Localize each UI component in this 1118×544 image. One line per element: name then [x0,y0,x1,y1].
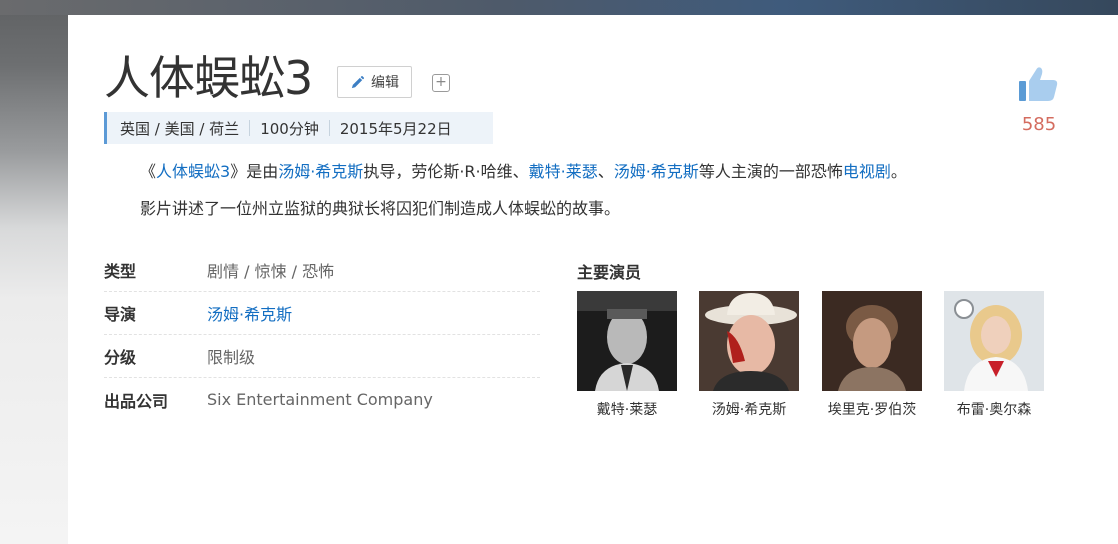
like-count: 585 [1021,114,1057,135]
actor-card[interactable]: 戴特·莱瑟 [577,291,677,419]
info-row-rating: 分级 限制级 [104,335,540,378]
info-value: 剧情 / 惊悚 / 恐怖 [207,262,335,281]
page-background-left [0,0,68,544]
info-label: 类型 [104,262,137,281]
summary-text: 》是由 [230,162,279,181]
info-row-director: 导演 汤姆·希克斯 [104,292,540,335]
actors-section-title: 主要演员 [577,263,642,282]
meta-divider [249,120,251,136]
edit-button-label: 编辑 [371,75,399,91]
actor-card[interactable]: 布雷·奥尔森 [944,291,1044,419]
actor-link[interactable]: 戴特·莱瑟 [529,162,598,181]
info-row-genre: 类型 剧情 / 惊悚 / 恐怖 [104,249,540,292]
info-label: 出品公司 [104,391,169,411]
summary-text: 执导，劳伦斯·R·哈维、 [363,162,529,181]
actor-photo[interactable] [822,291,922,391]
info-row-company: 出品公司 Six Entertainment Company [104,378,540,421]
add-button[interactable]: + [432,74,450,92]
pencil-icon [351,75,365,88]
actor-name[interactable]: 戴特·莱瑟 [577,399,677,419]
info-table: 类型 剧情 / 惊悚 / 恐怖 导演 汤姆·希克斯 分级 限制级 出品公司 Si… [104,249,540,421]
meta-region: 英国 / 美国 / 荷兰 [120,119,240,138]
page-title: 人体蜈蚣3 [104,51,313,105]
actor-photo[interactable] [577,291,677,391]
summary-text: 。 [890,162,907,181]
actor-link[interactable]: 汤姆·希克斯 [614,162,699,181]
edit-button[interactable]: 编辑 [337,66,412,98]
summary-paragraph: 《人体蜈蚣3》是由汤姆·希克斯执导，劳伦斯·R·哈维、戴特·莱瑟、汤姆·希克斯等… [140,158,1060,186]
meta-bar: 英国 / 美国 / 荷兰 100分钟 2015年5月22日 [104,112,493,144]
info-label: 导演 [104,305,137,324]
meta-duration: 100分钟 [260,119,319,138]
info-value: Six Entertainment Company [207,390,433,409]
director-link[interactable]: 汤姆·希克斯 [278,162,363,181]
info-label: 分级 [104,348,137,367]
page-background-top [0,0,1118,15]
actor-name[interactable]: 布雷·奥尔森 [944,399,1044,419]
summary-text: 《 [140,162,157,181]
summary: 《人体蜈蚣3》是由汤姆·希克斯执导，劳伦斯·R·哈维、戴特·莱瑟、汤姆·希克斯等… [140,158,1060,232]
actor-photo[interactable] [699,291,799,391]
title-link[interactable]: 人体蜈蚣3 [156,162,230,181]
summary-text: 、 [597,162,614,181]
actor-photo[interactable] [944,291,1044,391]
actor-card[interactable]: 汤姆·希克斯 [699,291,799,419]
summary-text: 等人主演的一部恐怖 [698,162,843,181]
genre-link[interactable]: 电视剧 [843,162,891,181]
meta-divider [328,120,330,136]
actor-name[interactable]: 汤姆·希克斯 [699,399,799,419]
meta-release-date: 2015年5月22日 [339,119,452,138]
thumbs-up-icon[interactable] [1019,66,1059,102]
actor-name[interactable]: 埃里克·罗伯茨 [822,399,922,419]
director-info-link[interactable]: 汤姆·希克斯 [207,301,292,325]
actor-card[interactable]: 埃里克·罗伯茨 [822,291,922,419]
plus-icon: + [435,74,447,90]
summary-paragraph: 影片讲述了一位州立监狱的典狱长将囚犯们制造成人体蜈蚣的故事。 [140,199,621,218]
info-value: 限制级 [207,348,256,367]
